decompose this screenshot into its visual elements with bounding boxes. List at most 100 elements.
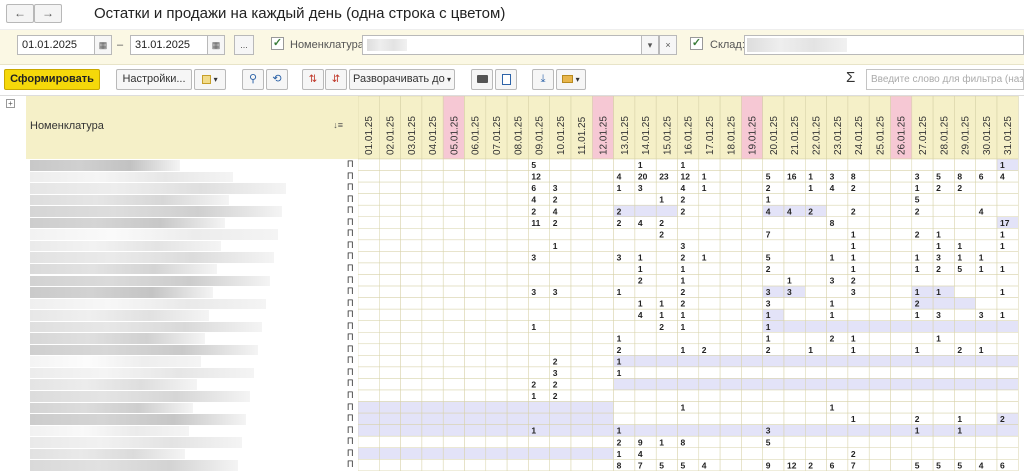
- grid-cell[interactable]: [996, 193, 1019, 206]
- grid-cell[interactable]: [932, 193, 955, 206]
- grid-cell[interactable]: [485, 274, 508, 287]
- grid-cell[interactable]: [719, 251, 742, 264]
- grid-cell[interactable]: [592, 412, 614, 425]
- grid-cell[interactable]: [400, 332, 423, 345]
- grid-cell[interactable]: [442, 262, 465, 275]
- grid-cell[interactable]: [506, 412, 529, 425]
- grid-cell[interactable]: [528, 401, 550, 414]
- grid-cell[interactable]: [592, 308, 614, 321]
- clear-icon[interactable]: ×: [659, 35, 677, 55]
- grid-cell[interactable]: [911, 158, 934, 171]
- grid-cell[interactable]: [464, 412, 487, 425]
- grid-cell[interactable]: [592, 459, 614, 471]
- grid-cell[interactable]: [868, 204, 891, 217]
- grid-cell[interactable]: [741, 343, 763, 356]
- grid-cell[interactable]: [570, 343, 593, 356]
- grid-cell[interactable]: [442, 251, 465, 264]
- grid-cell[interactable]: [996, 366, 1019, 379]
- grid-cell[interactable]: [442, 401, 465, 414]
- grid-cell[interactable]: [783, 193, 806, 206]
- grid-cell[interactable]: [719, 297, 742, 310]
- save-button[interactable]: ⤓: [532, 69, 554, 90]
- grid-cell[interactable]: [975, 320, 998, 333]
- grid-cell[interactable]: [442, 343, 465, 356]
- grid-cell[interactable]: [655, 285, 678, 298]
- grid-cell[interactable]: [379, 343, 401, 356]
- grid-cell[interactable]: [570, 251, 593, 264]
- grid-cell[interactable]: [485, 401, 508, 414]
- grid-cell[interactable]: [485, 366, 508, 379]
- grid-cell[interactable]: [805, 285, 827, 298]
- grid-cell[interactable]: [932, 297, 955, 310]
- grid-cell[interactable]: [890, 459, 913, 471]
- grid-cell[interactable]: [868, 447, 891, 460]
- grid-cell[interactable]: [506, 459, 529, 471]
- grid-cell[interactable]: [570, 424, 593, 437]
- grid-cell[interactable]: [358, 320, 380, 333]
- sort-descending-button[interactable]: ⇵: [325, 69, 347, 90]
- grid-cell[interactable]: [464, 228, 487, 241]
- grid-cell[interactable]: [592, 378, 614, 391]
- grid-cell[interactable]: [954, 216, 976, 229]
- grid-cell[interactable]: [442, 181, 465, 194]
- grid-cell[interactable]: [996, 320, 1019, 333]
- grid-cell[interactable]: [400, 343, 423, 356]
- grid-cell[interactable]: [805, 389, 827, 402]
- grid-cell[interactable]: [932, 320, 955, 333]
- grid-cell[interactable]: [379, 459, 401, 471]
- nomenclature-name-cell[interactable]: [30, 448, 185, 460]
- grid-cell[interactable]: [464, 193, 487, 206]
- warehouse-input[interactable]: [744, 35, 1024, 55]
- grid-cell[interactable]: [485, 447, 508, 460]
- grid-cell[interactable]: [592, 181, 614, 194]
- grid-cell[interactable]: [954, 285, 976, 298]
- grid-cell[interactable]: [826, 239, 849, 252]
- grid-cell[interactable]: [358, 424, 380, 437]
- grid-cell[interactable]: [868, 435, 891, 449]
- grid-cell[interactable]: [911, 355, 934, 368]
- grid-cell[interactable]: [528, 274, 550, 287]
- grid-cell[interactable]: [698, 308, 721, 321]
- filter-search-input[interactable]: Введите слово для фильтра (назв: [866, 69, 1024, 90]
- grid-cell[interactable]: [677, 447, 700, 460]
- grid-cell[interactable]: [783, 366, 806, 379]
- grid-cell[interactable]: [954, 389, 976, 402]
- grid-cell[interactable]: [613, 308, 636, 321]
- grid-cell[interactable]: [464, 181, 487, 194]
- grid-cell[interactable]: [890, 297, 913, 310]
- grid-cell[interactable]: [358, 297, 380, 310]
- grid-cell[interactable]: [421, 285, 444, 298]
- grid-cell[interactable]: [677, 366, 700, 379]
- grid-cell[interactable]: [358, 389, 380, 402]
- grid-cell[interactable]: [570, 366, 593, 379]
- grid-cell[interactable]: [549, 435, 572, 449]
- grid-cell[interactable]: [528, 297, 550, 310]
- grid-cell[interactable]: [655, 424, 678, 437]
- grid-cell[interactable]: [464, 239, 487, 252]
- grid-cell[interactable]: [485, 459, 508, 471]
- grid-cell[interactable]: [719, 193, 742, 206]
- grid-cell[interactable]: [400, 308, 423, 321]
- grid-cell[interactable]: [655, 274, 678, 287]
- nomenclature-name-cell[interactable]: [30, 171, 233, 183]
- grid-cell[interactable]: [506, 216, 529, 229]
- grid-cell[interactable]: [485, 308, 508, 321]
- daily-sales-grid[interactable]: 01.01.25 02.01.25 03.01.25 04.01.25 05.01.25…: [358, 96, 1024, 471]
- grid-cell[interactable]: [868, 308, 891, 321]
- grid-cell[interactable]: [741, 228, 763, 241]
- grid-cell[interactable]: [421, 308, 444, 321]
- grid-cell[interactable]: [719, 412, 742, 425]
- grid-cell[interactable]: [741, 308, 763, 321]
- grid-cell[interactable]: [868, 366, 891, 379]
- nomenclature-name-cell[interactable]: [30, 229, 278, 240]
- grid-cell[interactable]: [655, 447, 678, 460]
- grid-cell[interactable]: [826, 193, 849, 206]
- grid-cell[interactable]: [421, 366, 444, 379]
- grid-cell[interactable]: [528, 332, 550, 345]
- grid-cell[interactable]: [485, 158, 508, 171]
- nomenclature-name-cell[interactable]: [30, 287, 213, 298]
- grid-cell[interactable]: [741, 170, 763, 183]
- grid-cell[interactable]: [464, 447, 487, 460]
- grid-cell[interactable]: [741, 424, 763, 437]
- grid-cell[interactable]: [698, 378, 721, 391]
